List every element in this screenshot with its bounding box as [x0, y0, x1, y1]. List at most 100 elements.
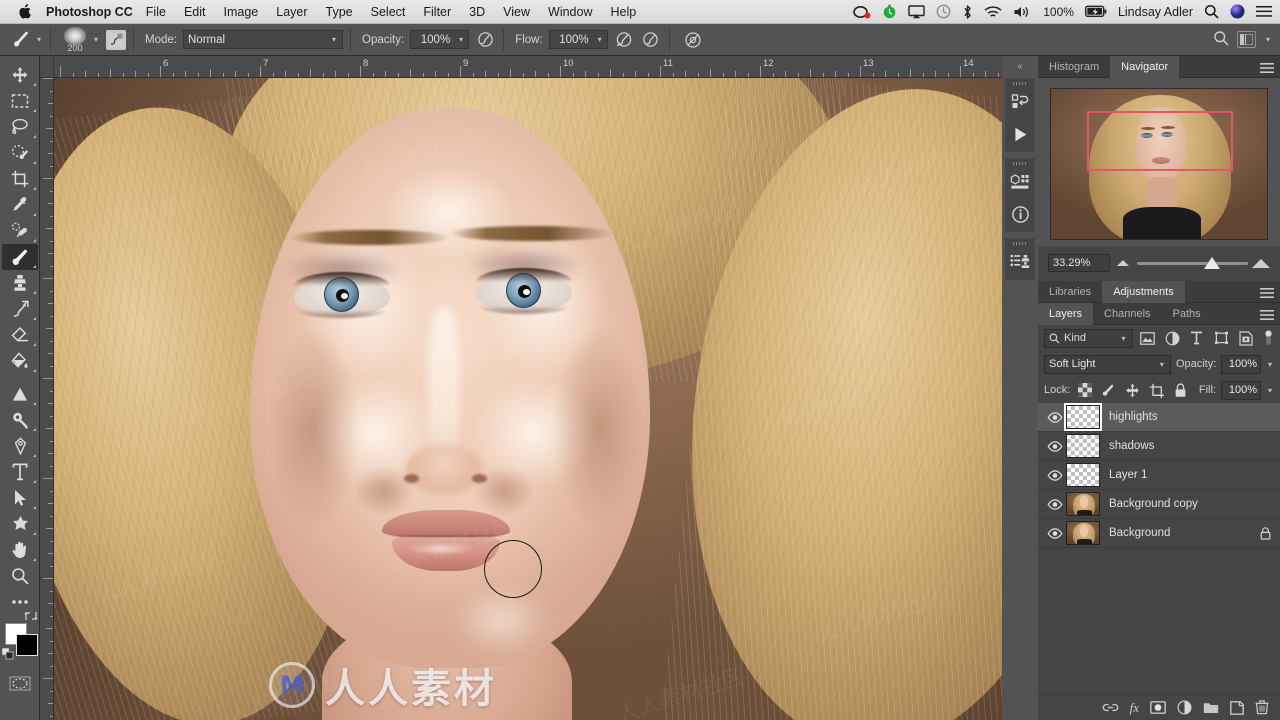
navigator-thumbnail[interactable] [1050, 88, 1268, 240]
opacity-stepper-chevron-icon[interactable]: ▾ [454, 30, 470, 49]
layer-row[interactable]: Background [1038, 519, 1280, 548]
lock-all-icon[interactable] [1171, 381, 1190, 399]
brush-settings-panel-icon[interactable] [106, 29, 127, 50]
tool-preset-picker[interactable]: ▾ [0, 29, 43, 51]
layer-name[interactable]: Layer 1 [1109, 469, 1147, 481]
tab-channels[interactable]: Channels [1093, 303, 1161, 325]
filter-pixel-layers-icon[interactable] [1138, 328, 1158, 348]
volume-icon[interactable] [1013, 5, 1032, 19]
properties-panel-button[interactable] [1005, 166, 1035, 198]
panel-menu-icon[interactable] [1260, 308, 1274, 326]
vertical-ruler[interactable] [40, 78, 54, 720]
tab-libraries[interactable]: Libraries [1038, 281, 1102, 303]
pressure-opacity-icon[interactable] [474, 29, 496, 51]
document-canvas[interactable]: 人人素材社区 人人素材社区 人人素材社区 人人素材社区 人人素材社区 人人素材社… [54, 78, 1036, 720]
quick-mask-icon[interactable] [2, 671, 38, 695]
layer-name[interactable]: highlights [1109, 411, 1158, 423]
menu-file[interactable]: File [137, 5, 175, 19]
menu-3d[interactable]: 3D [460, 5, 494, 19]
history-brush-tool[interactable] [2, 296, 38, 322]
spot-healing-brush-tool[interactable] [2, 218, 38, 244]
layer-blend-mode-select[interactable]: Soft Light ▾ [1044, 354, 1171, 374]
siri-icon[interactable] [1230, 4, 1245, 19]
layer-visibility-toggle-eye-icon[interactable] [1044, 411, 1066, 423]
move-tool[interactable] [2, 62, 38, 88]
tab-navigator[interactable]: Navigator [1110, 55, 1180, 78]
blend-mode-select[interactable]: Normal ▾ [183, 30, 343, 49]
layer-visibility-toggle-eye-icon[interactable] [1044, 527, 1066, 539]
layer-visibility-toggle-eye-icon[interactable] [1044, 469, 1066, 481]
type-tool[interactable] [2, 459, 38, 485]
menu-layer[interactable]: Layer [267, 5, 316, 19]
add-layer-mask-button[interactable] [1150, 698, 1166, 718]
crop-tool[interactable] [2, 166, 38, 192]
panel-menu-icon[interactable] [1260, 286, 1274, 304]
fill-chevron-icon[interactable]: ▾ [1266, 386, 1274, 395]
airbrush-icon[interactable] [613, 29, 635, 51]
layer-name[interactable]: Background copy [1109, 498, 1198, 510]
horizontal-ruler[interactable]: 6 7 8 9 10 11 12 13 14 [40, 56, 1036, 78]
workspace-chevron-icon[interactable]: ▾ [1264, 35, 1272, 44]
link-layers-button[interactable] [1102, 698, 1119, 718]
actions-panel-button[interactable] [1005, 118, 1035, 150]
menu-select[interactable]: Select [362, 5, 415, 19]
notification-center-icon[interactable] [1256, 5, 1272, 18]
filter-adjustment-layers-icon[interactable] [1162, 328, 1182, 348]
background-color-swatch[interactable] [16, 634, 38, 656]
layer-visibility-toggle-eye-icon[interactable] [1044, 440, 1066, 452]
tab-paths[interactable]: Paths [1162, 303, 1212, 325]
eraser-tool[interactable] [2, 322, 38, 348]
tab-layers[interactable]: Layers [1038, 302, 1094, 325]
navigator-zoom-value[interactable]: 33.29% [1048, 254, 1110, 272]
menu-window[interactable]: Window [539, 5, 601, 19]
lock-image-pixels-icon[interactable] [1099, 381, 1118, 399]
opacity-chevron-icon[interactable]: ▾ [1266, 360, 1274, 369]
path-selection-tool[interactable] [2, 485, 38, 511]
eyedropper-tool[interactable] [2, 192, 38, 218]
brush-preset-chevron-icon[interactable]: ▾ [92, 35, 100, 44]
quick-selection-tool[interactable] [2, 140, 38, 166]
brush-tool[interactable] [2, 244, 38, 270]
hand-tool[interactable] [2, 537, 38, 563]
filter-shape-layers-icon[interactable] [1211, 328, 1231, 348]
info-panel-button[interactable] [1005, 198, 1035, 230]
zoom-in-triangle-icon[interactable] [1252, 258, 1270, 268]
layer-name[interactable]: shadows [1109, 440, 1154, 452]
lock-transparent-pixels-icon[interactable] [1075, 381, 1094, 399]
flow-stepper-chevron-icon[interactable]: ▾ [592, 30, 608, 49]
layer-thumbnail[interactable] [1066, 521, 1100, 545]
layer-thumbnail[interactable] [1064, 403, 1102, 431]
blur-tool[interactable] [2, 381, 38, 407]
flow-input[interactable]: 100% [548, 30, 593, 49]
history-panel-button[interactable] [1005, 86, 1035, 118]
layer-row[interactable]: Layer 1 [1038, 461, 1280, 490]
layer-filter-kind-select[interactable]: Kind ▾ [1044, 328, 1133, 348]
menu-help[interactable]: Help [602, 5, 646, 19]
clone-source-panel-button[interactable] [1005, 246, 1035, 278]
user-account-name[interactable]: Lindsay Adler [1118, 5, 1193, 19]
custom-shape-tool[interactable] [2, 511, 38, 537]
bluetooth-icon[interactable] [962, 4, 973, 20]
rectangular-marquee-tool[interactable] [2, 88, 38, 114]
delete-layer-button[interactable] [1255, 698, 1269, 718]
layer-thumbnail[interactable] [1066, 492, 1100, 516]
search-icon[interactable] [1213, 30, 1229, 49]
pen-tool[interactable] [2, 433, 38, 459]
gradient-tool[interactable] [2, 348, 38, 374]
layer-visibility-toggle-eye-icon[interactable] [1044, 498, 1066, 510]
spotlight-search-icon[interactable] [1204, 4, 1219, 19]
weibo-icon[interactable] [853, 5, 871, 19]
menu-view[interactable]: View [494, 5, 539, 19]
apple-logo-icon[interactable] [0, 4, 46, 19]
fill-value[interactable]: 100% [1220, 380, 1261, 400]
filter-type-layers-icon[interactable] [1187, 328, 1207, 348]
zoom-tool[interactable] [2, 563, 38, 589]
new-adjustment-layer-button[interactable] [1177, 698, 1192, 718]
collapse-panels-icon[interactable]: « [1002, 60, 1038, 72]
tab-histogram[interactable]: Histogram [1038, 56, 1110, 78]
clock-green-icon[interactable] [882, 4, 897, 19]
wifi-icon[interactable] [984, 5, 1002, 19]
default-colors-icon[interactable] [1, 647, 14, 665]
lock-position-icon[interactable] [1123, 381, 1142, 399]
tablet-pressure-icon[interactable] [682, 29, 704, 51]
